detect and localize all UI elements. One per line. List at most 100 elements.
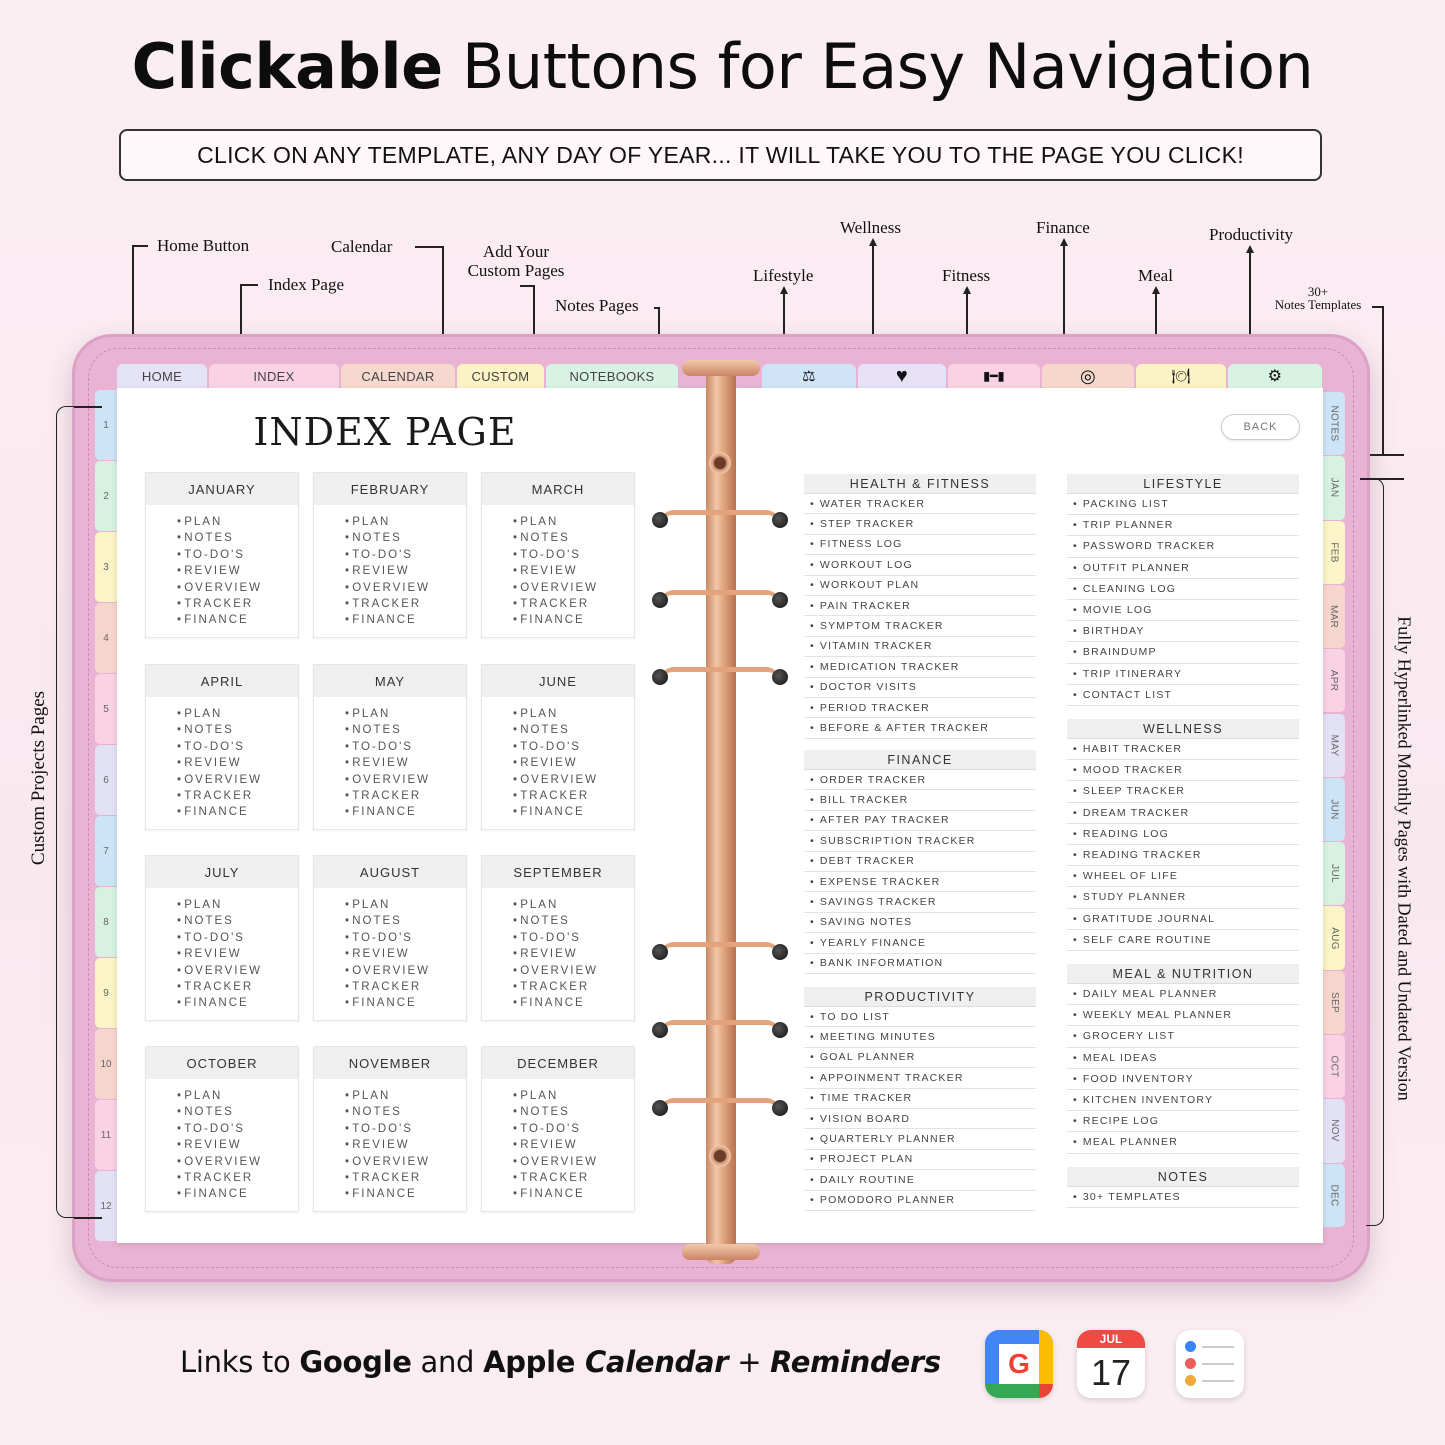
template-link[interactable]: YEARLY FINANCE <box>804 933 1036 954</box>
month-link-finance[interactable]: FINANCE <box>345 1186 466 1202</box>
side-tab-mar[interactable]: MAR <box>1323 584 1345 649</box>
template-link[interactable]: STEP TRACKER <box>804 514 1036 535</box>
month-card-title[interactable]: OCTOBER <box>146 1047 298 1079</box>
template-link[interactable]: VITAMIN TRACKER <box>804 637 1036 658</box>
month-card-title[interactable]: MARCH <box>482 473 634 505</box>
template-link[interactable]: EXPENSE TRACKER <box>804 872 1036 893</box>
template-link[interactable]: BRAINDUMP <box>1067 642 1299 664</box>
month-link-notes[interactable]: NOTES <box>513 1104 634 1120</box>
side-tab-feb[interactable]: FEB <box>1323 520 1345 584</box>
side-tab-may[interactable]: MAY <box>1323 713 1345 777</box>
month-link-overview[interactable]: OVERVIEW <box>177 963 298 979</box>
month-link-notes[interactable]: NOTES <box>177 530 298 546</box>
tab-fitness[interactable]: ▮━▮ <box>948 364 1040 388</box>
month-link-overview[interactable]: OVERVIEW <box>513 772 634 788</box>
month-link-todos[interactable]: TO-DO'S <box>177 739 298 755</box>
template-link[interactable]: ORDER TRACKER <box>804 770 1036 791</box>
template-link[interactable]: BILL TRACKER <box>804 790 1036 811</box>
month-link-tracker[interactable]: TRACKER <box>177 788 298 804</box>
tab-index[interactable]: INDEX <box>209 364 339 388</box>
month-card-january[interactable]: JANUARYPLANNOTESTO-DO'SREVIEWOVERVIEWTRA… <box>145 472 299 638</box>
template-link[interactable]: SLEEP TRACKER <box>1067 781 1299 803</box>
month-link-review[interactable]: REVIEW <box>513 946 634 962</box>
category-title[interactable]: NOTES <box>1067 1167 1299 1187</box>
month-link-finance[interactable]: FINANCE <box>345 804 466 820</box>
side-tab-aug[interactable]: AUG <box>1323 906 1345 970</box>
month-link-overview[interactable]: OVERVIEW <box>177 772 298 788</box>
month-link-finance[interactable]: FINANCE <box>177 995 298 1011</box>
month-card-march[interactable]: MARCHPLANNOTESTO-DO'SREVIEWOVERVIEWTRACK… <box>481 472 635 638</box>
month-link-plan[interactable]: PLAN <box>345 514 466 530</box>
month-link-review[interactable]: REVIEW <box>345 946 466 962</box>
template-link[interactable]: MOOD TRACKER <box>1067 760 1299 782</box>
month-link-overview[interactable]: OVERVIEW <box>177 580 298 596</box>
month-link-notes[interactable]: NOTES <box>345 1104 466 1120</box>
month-link-tracker[interactable]: TRACKER <box>513 1170 634 1186</box>
template-link[interactable]: PASSWORD TRACKER <box>1067 536 1299 558</box>
category-title[interactable]: LIFESTYLE <box>1067 474 1299 494</box>
category-title[interactable]: MEAL & NUTRITION <box>1067 964 1299 984</box>
month-card-august[interactable]: AUGUSTPLANNOTESTO-DO'SREVIEWOVERVIEWTRAC… <box>313 855 467 1021</box>
category-title[interactable]: WELLNESS <box>1067 719 1299 739</box>
month-card-october[interactable]: OCTOBERPLANNOTESTO-DO'SREVIEWOVERVIEWTRA… <box>145 1046 299 1212</box>
month-link-todos[interactable]: TO-DO'S <box>513 930 634 946</box>
template-link[interactable]: BEFORE & AFTER TRACKER <box>804 718 1036 739</box>
tab-productivity[interactable]: ⚙ <box>1228 364 1322 388</box>
template-link[interactable]: SAVING NOTES <box>804 913 1036 934</box>
month-link-overview[interactable]: OVERVIEW <box>177 1154 298 1170</box>
month-link-finance[interactable]: FINANCE <box>513 612 634 628</box>
side-tab-project-3[interactable]: 3 <box>95 532 117 602</box>
month-card-september[interactable]: SEPTEMBERPLANNOTESTO-DO'SREVIEWOVERVIEWT… <box>481 855 635 1021</box>
month-link-tracker[interactable]: TRACKER <box>177 979 298 995</box>
back-button[interactable]: BACK <box>1221 414 1300 440</box>
month-card-june[interactable]: JUNEPLANNOTESTO-DO'SREVIEWOVERVIEWTRACKE… <box>481 664 635 830</box>
side-tab-project-2[interactable]: 2 <box>95 461 117 531</box>
side-tab-dec[interactable]: DEC <box>1323 1163 1345 1227</box>
side-tab-project-7[interactable]: 7 <box>95 816 117 886</box>
template-link[interactable]: WORKOUT LOG <box>804 555 1036 576</box>
template-link[interactable]: SUBSCRIPTION TRACKER <box>804 831 1036 852</box>
month-link-todos[interactable]: TO-DO'S <box>513 1121 634 1137</box>
category-title[interactable]: HEALTH & FITNESS <box>804 474 1036 494</box>
template-link[interactable]: SELF CARE ROUTINE <box>1067 930 1299 951</box>
month-link-todos[interactable]: TO-DO'S <box>177 547 298 563</box>
google-calendar-icon[interactable]: G <box>985 1330 1053 1398</box>
month-card-title[interactable]: JULY <box>146 856 298 888</box>
month-link-notes[interactable]: NOTES <box>513 530 634 546</box>
month-card-title[interactable]: SEPTEMBER <box>482 856 634 888</box>
template-link[interactable]: GOAL PLANNER <box>804 1048 1036 1069</box>
month-link-notes[interactable]: NOTES <box>177 722 298 738</box>
template-link[interactable]: POMODORO PLANNER <box>804 1191 1036 1211</box>
template-link[interactable]: TRIP PLANNER <box>1067 515 1299 537</box>
month-link-plan[interactable]: PLAN <box>345 897 466 913</box>
side-tab-project-9[interactable]: 9 <box>95 958 117 1028</box>
category-title[interactable]: FINANCE <box>804 750 1036 770</box>
template-link[interactable]: RECIPE LOG <box>1067 1111 1299 1133</box>
side-tab-jul[interactable]: JUL <box>1323 842 1345 906</box>
template-link[interactable]: HABIT TRACKER <box>1067 739 1299 761</box>
month-card-november[interactable]: NOVEMBERPLANNOTESTO-DO'SREVIEWOVERVIEWTR… <box>313 1046 467 1212</box>
side-tab-jan[interactable]: JAN <box>1323 456 1345 520</box>
month-link-tracker[interactable]: TRACKER <box>513 979 634 995</box>
side-tab-apr[interactable]: APR <box>1323 649 1345 713</box>
template-link[interactable]: GRATITUDE JOURNAL <box>1067 909 1299 930</box>
month-link-todos[interactable]: TO-DO'S <box>513 547 634 563</box>
template-link[interactable]: PAIN TRACKER <box>804 596 1036 617</box>
side-tab-oct[interactable]: OCT <box>1323 1035 1345 1099</box>
tab-notebooks[interactable]: NOTEBOOKS <box>546 364 678 388</box>
month-link-review[interactable]: REVIEW <box>177 1137 298 1153</box>
month-link-notes[interactable]: NOTES <box>177 913 298 929</box>
template-link[interactable]: TRIP ITINERARY <box>1067 664 1299 685</box>
month-link-todos[interactable]: TO-DO'S <box>177 1121 298 1137</box>
template-link[interactable]: MEAL PLANNER <box>1067 1132 1299 1154</box>
template-link[interactable]: MOVIE LOG <box>1067 600 1299 622</box>
side-tab-project-12[interactable]: 12 <box>95 1171 117 1241</box>
template-link[interactable]: DEBT TRACKER <box>804 852 1036 872</box>
month-link-todos[interactable]: TO-DO'S <box>177 930 298 946</box>
side-tab-notes[interactable]: NOTES <box>1323 392 1345 456</box>
tab-calendar[interactable]: CALENDAR <box>341 364 455 388</box>
template-link[interactable]: WHEEL OF LIFE <box>1067 866 1299 888</box>
apple-reminders-icon[interactable] <box>1176 1330 1244 1398</box>
month-link-finance[interactable]: FINANCE <box>177 1186 298 1202</box>
template-link[interactable]: WORKOUT PLAN <box>804 576 1036 596</box>
